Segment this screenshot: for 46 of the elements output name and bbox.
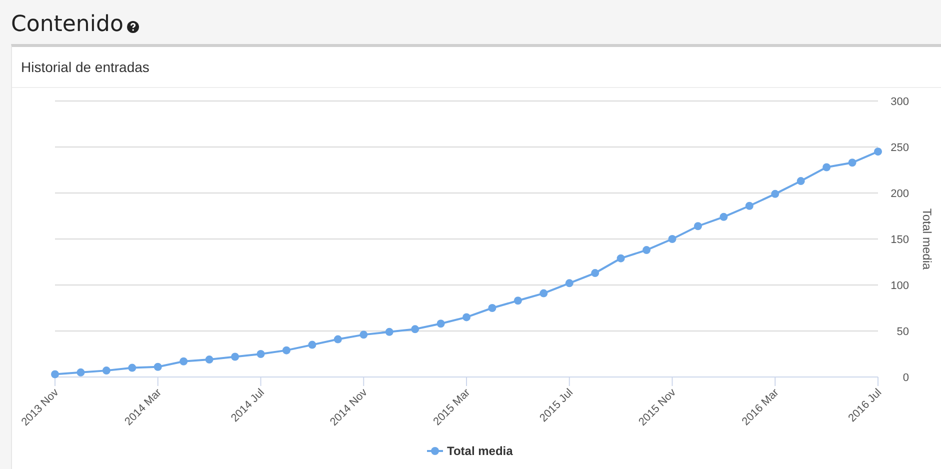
axis-tick-label: 0 — [902, 372, 909, 384]
axis-tick-label: 200 — [890, 188, 909, 200]
axis-tick-label: 150 — [890, 234, 909, 246]
data-point — [822, 163, 831, 172]
data-point — [642, 246, 651, 254]
data-point — [128, 364, 136, 372]
axis-tick-label: 300 — [890, 96, 909, 108]
data-point — [488, 304, 496, 312]
data-point — [848, 158, 856, 167]
data-point — [360, 330, 368, 339]
data-point — [720, 212, 728, 221]
legend-label[interactable]: Total media — [447, 444, 513, 458]
data-point — [874, 148, 882, 156]
data-point — [102, 366, 110, 375]
data-point — [205, 356, 214, 364]
data-point — [231, 352, 240, 361]
data-point — [51, 370, 59, 378]
data-point — [308, 340, 316, 349]
axis-title: Total media — [920, 208, 934, 270]
data-point — [694, 222, 702, 230]
data-point — [76, 368, 85, 376]
axis-tick-label: 250 — [890, 142, 909, 154]
data-point — [796, 177, 805, 186]
legend-icon — [427, 447, 443, 455]
data-point — [745, 202, 754, 210]
data-point — [616, 254, 625, 262]
data-point — [385, 328, 394, 336]
data-point — [565, 279, 574, 288]
data-point — [411, 325, 420, 334]
card-title: Historial de entradas — [21, 59, 150, 75]
data-point — [180, 357, 188, 366]
data-point — [771, 190, 780, 198]
data-point — [334, 335, 342, 344]
data-point — [256, 350, 265, 358]
page-title: Contenido — [11, 12, 124, 36]
data-point — [540, 289, 548, 298]
data-point — [282, 346, 290, 354]
axis-tick-label: 50 — [896, 326, 909, 338]
data-point — [436, 320, 445, 328]
data-point — [154, 362, 162, 371]
data-point — [462, 313, 470, 322]
help-icon[interactable] — [127, 21, 140, 33]
data-point — [668, 235, 676, 243]
axis-tick-label: 100 — [890, 280, 909, 292]
data-point — [514, 296, 522, 305]
data-point — [591, 269, 600, 278]
